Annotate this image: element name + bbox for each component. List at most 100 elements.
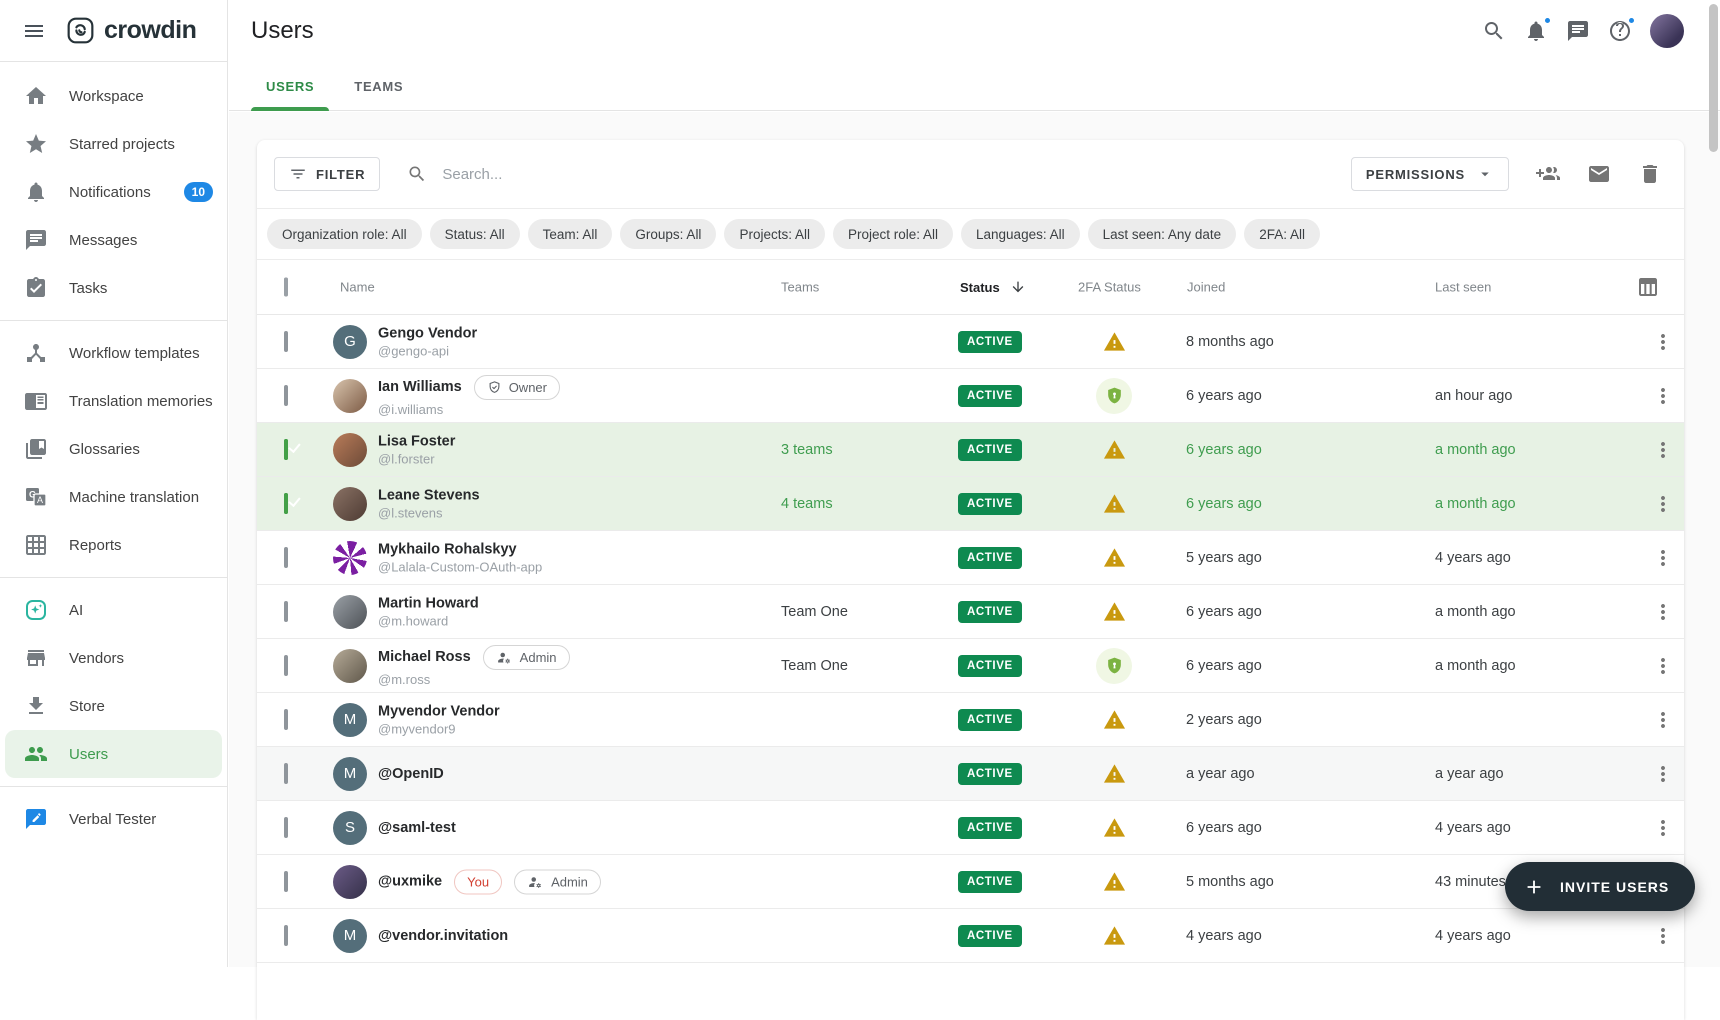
column-header-name[interactable]: Name — [340, 280, 375, 295]
sidebar-item-workspace[interactable]: Workspace — [0, 72, 227, 120]
row-checkbox[interactable] — [284, 439, 288, 460]
avatar[interactable]: M — [333, 757, 367, 791]
delete-icon[interactable] — [1638, 162, 1662, 186]
user-name[interactable]: Michael Ross — [378, 649, 471, 665]
menu-icon[interactable] — [22, 19, 46, 43]
filter-chip-project-role[interactable]: Project role: All — [833, 219, 953, 249]
sidebar-item-glossaries[interactable]: Glossaries — [0, 425, 227, 473]
user-name[interactable]: Gengo Vendor — [378, 325, 477, 341]
user-avatar[interactable] — [1650, 14, 1684, 48]
filter-chip-team[interactable]: Team: All — [528, 219, 613, 249]
avatar[interactable] — [333, 541, 367, 575]
sidebar-item-tasks[interactable]: Tasks — [0, 264, 227, 312]
row-menu-icon[interactable] — [1651, 762, 1675, 786]
row-menu-icon[interactable] — [1651, 924, 1675, 948]
tab-teams[interactable]: TEAMS — [339, 62, 418, 110]
row-checkbox[interactable] — [284, 709, 288, 730]
sidebar-item-ai[interactable]: AI — [0, 586, 227, 634]
permissions-dropdown[interactable]: PERMISSIONS — [1351, 157, 1509, 191]
row-menu-icon[interactable] — [1651, 546, 1675, 570]
avatar[interactable] — [333, 433, 367, 467]
user-name[interactable]: Martin Howard — [378, 595, 479, 611]
sidebar-item-starred-projects[interactable]: Starred projects — [0, 120, 227, 168]
sidebar-item-translation-memories[interactable]: Translation memories — [0, 377, 227, 425]
row-checkbox[interactable] — [284, 871, 288, 892]
avatar[interactable] — [333, 487, 367, 521]
crowdin-logo[interactable]: crowdin — [66, 16, 196, 45]
messages-icon[interactable] — [1566, 19, 1590, 43]
teams-link[interactable]: 4 teams — [781, 496, 833, 512]
help-icon[interactable] — [1608, 19, 1632, 43]
row-checkbox[interactable] — [284, 763, 288, 784]
row-checkbox[interactable] — [284, 817, 288, 838]
sidebar-item-vendors[interactable]: Vendors — [0, 634, 227, 682]
filter-chip-groups[interactable]: Groups: All — [620, 219, 716, 249]
teams-link[interactable]: 3 teams — [781, 442, 833, 458]
sidebar-item-machine-translation[interactable]: GAMachine translation — [0, 473, 227, 521]
user-name[interactable]: Leane Stevens — [378, 487, 480, 503]
sidebar-item-workflow-templates[interactable]: Workflow templates — [0, 329, 227, 377]
column-header-status[interactable]: Status — [960, 279, 1026, 295]
email-icon[interactable] — [1587, 162, 1611, 186]
teams-link[interactable]: Team One — [781, 604, 848, 620]
search-icon[interactable] — [1482, 19, 1506, 43]
row-menu-icon[interactable] — [1651, 492, 1675, 516]
avatar[interactable] — [333, 865, 367, 899]
row-menu-icon[interactable] — [1651, 330, 1675, 354]
row-checkbox[interactable] — [284, 655, 288, 676]
filter-chip-languages[interactable]: Languages: All — [961, 219, 1080, 249]
row-menu-icon[interactable] — [1651, 600, 1675, 624]
filter-chip-projects[interactable]: Projects: All — [724, 219, 825, 249]
sidebar-item-users[interactable]: Users — [5, 730, 222, 778]
user-name[interactable]: @uxmike — [378, 874, 442, 890]
row-checkbox[interactable] — [284, 331, 288, 352]
column-settings-icon[interactable] — [1636, 275, 1660, 299]
user-name[interactable]: Ian Williams — [378, 379, 462, 395]
row-menu-icon[interactable] — [1651, 438, 1675, 462]
teams-link[interactable]: Team One — [781, 658, 848, 674]
sidebar-item-notifications[interactable]: Notifications10 — [0, 168, 227, 216]
avatar[interactable]: G — [333, 325, 367, 359]
search-input[interactable] — [440, 165, 860, 184]
row-checkbox[interactable] — [284, 385, 288, 406]
column-header-2fa[interactable]: 2FA Status — [1078, 280, 1141, 295]
filter-chip-last-seen[interactable]: Last seen: Any date — [1088, 219, 1237, 249]
avatar[interactable]: M — [333, 919, 367, 953]
avatar[interactable] — [333, 595, 367, 629]
row-checkbox[interactable] — [284, 925, 288, 946]
sidebar-item-store[interactable]: Store — [0, 682, 227, 730]
row-menu-icon[interactable] — [1651, 708, 1675, 732]
avatar[interactable] — [333, 379, 367, 413]
user-name[interactable]: Mykhailo Rohalskyy — [378, 541, 517, 557]
filter-chip-organization-role[interactable]: Organization role: All — [267, 219, 422, 249]
add-to-team-icon[interactable] — [1536, 162, 1560, 186]
sidebar-item-verbal-tester[interactable]: Verbal Tester — [0, 795, 227, 843]
avatar[interactable]: S — [333, 811, 367, 845]
user-name[interactable]: @OpenID — [378, 766, 444, 782]
user-name[interactable]: Myvendor Vendor — [378, 703, 500, 719]
row-menu-icon[interactable] — [1651, 654, 1675, 678]
filter-button[interactable]: FILTER — [274, 157, 380, 191]
invite-users-button[interactable]: INVITE USERS — [1505, 862, 1695, 911]
avatar[interactable]: M — [333, 703, 367, 737]
sidebar-item-reports[interactable]: Reports — [0, 521, 227, 569]
avatar[interactable] — [333, 649, 367, 683]
notifications-bell-icon[interactable] — [1524, 19, 1548, 43]
column-header-joined[interactable]: Joined — [1187, 280, 1225, 295]
user-name[interactable]: @saml-test — [378, 820, 456, 836]
row-checkbox[interactable] — [284, 547, 288, 568]
row-checkbox[interactable] — [284, 493, 288, 514]
select-all-checkbox[interactable] — [284, 278, 288, 297]
row-menu-icon[interactable] — [1651, 816, 1675, 840]
filter-chip-2fa[interactable]: 2FA: All — [1244, 219, 1320, 249]
row-menu-icon[interactable] — [1651, 384, 1675, 408]
column-header-last-seen[interactable]: Last seen — [1435, 280, 1491, 295]
column-header-teams[interactable]: Teams — [781, 280, 819, 295]
user-name[interactable]: Lisa Foster — [378, 433, 455, 449]
row-checkbox[interactable] — [284, 601, 288, 622]
sidebar-item-messages[interactable]: Messages — [0, 216, 227, 264]
filter-chip-status[interactable]: Status: All — [430, 219, 520, 249]
scrollbar-thumb[interactable] — [1709, 4, 1718, 152]
user-name[interactable]: @vendor.invitation — [378, 928, 508, 944]
tab-users[interactable]: USERS — [251, 62, 329, 110]
